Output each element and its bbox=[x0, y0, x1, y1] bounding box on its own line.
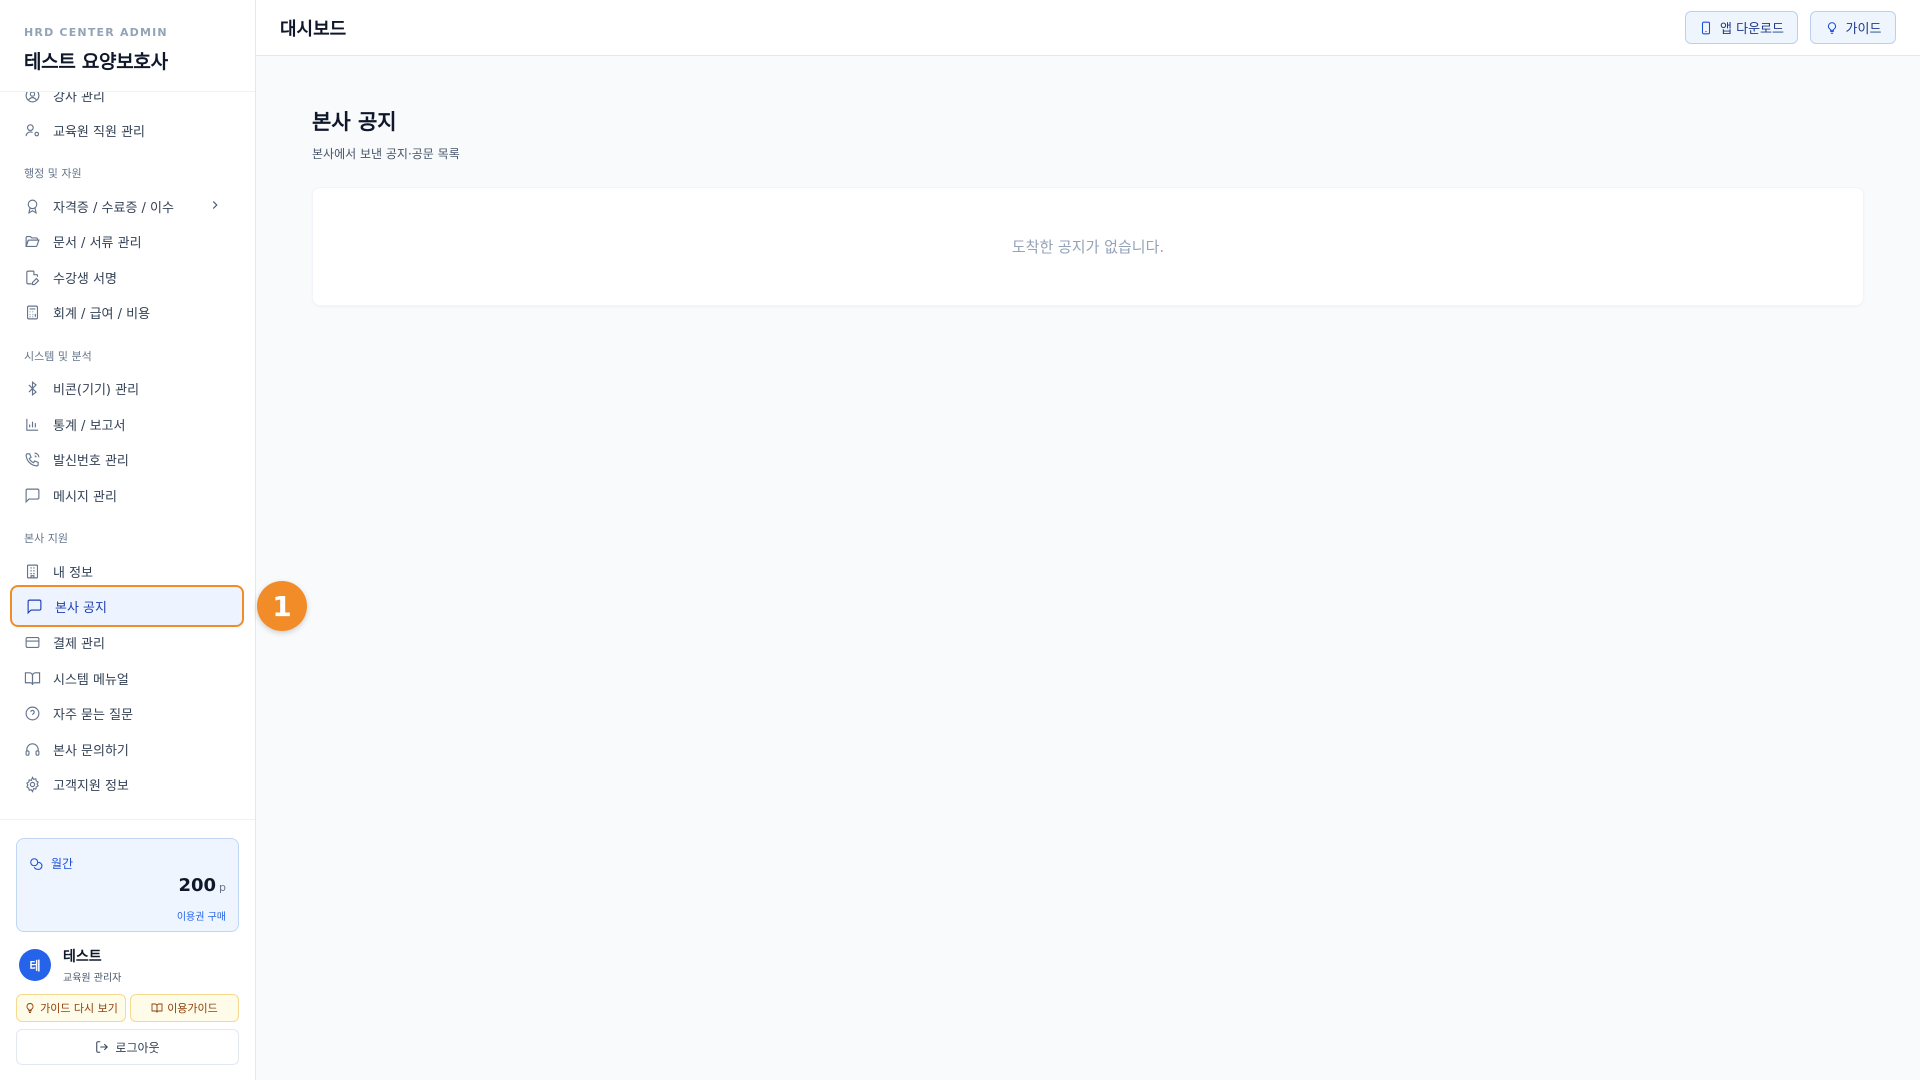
avatar: 테 bbox=[19, 949, 51, 981]
plan-label: 월간 bbox=[29, 855, 73, 872]
usage-guide-button[interactable]: 이용가이드 bbox=[130, 994, 239, 1022]
section-label-system: 시스템 및 분석 bbox=[24, 350, 92, 363]
calculator-icon bbox=[23, 303, 41, 321]
brand-title: 테스트 요양보호사 bbox=[24, 51, 168, 73]
book-open-icon bbox=[151, 1003, 163, 1013]
logout-button[interactable]: 로그아웃 bbox=[16, 1029, 239, 1065]
plan-points: 200 p bbox=[178, 875, 226, 896]
sidebar-item-messages[interactable]: 메시지 관리 bbox=[10, 478, 244, 512]
sidebar-item-label: 시스템 메뉴얼 bbox=[53, 672, 129, 688]
sidebar-item-label: 교육원 직원 관리 bbox=[53, 124, 145, 140]
message-square-icon bbox=[25, 597, 43, 615]
gear-icon bbox=[23, 775, 41, 793]
sidebar-footer: 월간 200 p 이용권 구매 테 테스트 교육원 관리자 가이드 다시 보기 이… bbox=[0, 819, 255, 1080]
step-marker: 1 bbox=[257, 581, 307, 631]
lightbulb-icon bbox=[1827, 21, 1836, 34]
logout-icon bbox=[96, 1041, 109, 1053]
award-icon bbox=[23, 197, 41, 215]
sidebar-item-label: 본사 문의하기 bbox=[53, 743, 129, 759]
brand: HRD CENTER ADMIN 테스트 요양보호사 bbox=[0, 0, 255, 92]
user-name: 테스트 bbox=[63, 949, 102, 965]
sidebar-item-label: 자격증 / 수료증 / 이수 bbox=[53, 200, 174, 216]
sidebar-item-statistics[interactable]: 통계 / 보고서 bbox=[10, 407, 244, 441]
sidebar-item-instructors[interactable]: 강사 관리 bbox=[10, 92, 244, 112]
sidebar-item-beacon[interactable]: 비콘(기기) 관리 bbox=[10, 371, 244, 405]
sidebar-item-label: 결제 관리 bbox=[53, 636, 105, 652]
sidebar-nav: 강사 관리 교육원 직원 관리 행정 및 자원 자격증 / 수료증 / 이수 문… bbox=[0, 92, 255, 819]
sidebar: HRD CENTER ADMIN 테스트 요양보호사 강사 관리 교육원 직원 … bbox=[0, 0, 256, 1080]
sidebar-item-my-info[interactable]: 내 정보 bbox=[10, 554, 244, 588]
sidebar-item-caller-id[interactable]: 발신번호 관리 bbox=[10, 442, 244, 476]
smartphone-icon bbox=[1702, 21, 1711, 34]
sidebar-item-label: 메시지 관리 bbox=[53, 489, 117, 505]
sidebar-item-support-info[interactable]: 고객지원 정보 bbox=[10, 767, 244, 801]
section-label-admin: 행정 및 자원 bbox=[24, 167, 82, 180]
folder-open-icon bbox=[23, 232, 41, 250]
top-header: 대시보드 앱 다운로드 가이드 bbox=[256, 0, 1920, 56]
sidebar-item-label: 수강생 서명 bbox=[53, 271, 117, 287]
sidebar-item-manual[interactable]: 시스템 메뉴얼 bbox=[10, 661, 244, 695]
coins-icon bbox=[30, 857, 43, 870]
message-square-icon bbox=[23, 486, 41, 504]
page-title: 본사 공지 bbox=[312, 110, 397, 134]
sidebar-item-label: 비콘(기기) 관리 bbox=[53, 382, 140, 398]
user-profile: 테 테스트 교육원 관리자 bbox=[19, 947, 122, 984]
header-title: 대시보드 bbox=[280, 19, 347, 40]
user-cog-icon bbox=[23, 121, 41, 139]
brand-subtitle: HRD CENTER ADMIN bbox=[24, 26, 168, 39]
buy-pass-link[interactable]: 이용권 구매 bbox=[177, 908, 226, 923]
sidebar-item-label: 발신번호 관리 bbox=[53, 453, 129, 469]
sidebar-item-label: 문서 / 서류 관리 bbox=[53, 235, 142, 251]
page-subtitle: 본사에서 보낸 공지·공문 목록 bbox=[312, 147, 460, 161]
phone-icon bbox=[23, 450, 41, 468]
bar-chart-icon bbox=[23, 415, 41, 433]
notice-list-empty: 도착한 공지가 없습니다. bbox=[312, 187, 1864, 306]
sidebar-item-label: 회계 / 급여 / 비용 bbox=[53, 306, 151, 322]
headphones-icon bbox=[23, 740, 41, 758]
credit-card-icon bbox=[23, 633, 41, 651]
lightbulb-icon bbox=[26, 1003, 34, 1013]
plan-card: 월간 200 p 이용권 구매 bbox=[16, 838, 239, 932]
chevron-right-icon bbox=[212, 201, 218, 209]
sidebar-item-hq-notice[interactable]: 본사 공지 bbox=[10, 585, 244, 627]
guide-again-button[interactable]: 가이드 다시 보기 bbox=[16, 994, 126, 1022]
sidebar-item-faq[interactable]: 자주 묻는 질문 bbox=[10, 696, 244, 730]
sidebar-item-label: 본사 공지 bbox=[55, 600, 107, 616]
sidebar-item-hq-inquiry[interactable]: 본사 문의하기 bbox=[10, 732, 244, 766]
bluetooth-icon bbox=[23, 379, 41, 397]
empty-message: 도착한 공지가 없습니다. bbox=[1011, 238, 1165, 256]
sidebar-item-label: 강사 관리 bbox=[53, 92, 105, 105]
sidebar-item-label: 자주 묻는 질문 bbox=[53, 707, 134, 723]
help-circle-icon bbox=[23, 704, 41, 722]
sidebar-item-certificates[interactable]: 자격증 / 수료증 / 이수 bbox=[10, 189, 244, 223]
sidebar-item-staff[interactable]: 교육원 직원 관리 bbox=[10, 113, 244, 147]
edit-file-icon bbox=[23, 268, 41, 286]
book-open-icon bbox=[23, 669, 41, 687]
sidebar-item-label: 고객지원 정보 bbox=[53, 778, 129, 794]
section-label-hq: 본사 지원 bbox=[24, 532, 68, 545]
user-role: 교육원 관리자 bbox=[63, 973, 122, 984]
building-icon bbox=[23, 562, 41, 580]
sidebar-item-payment[interactable]: 결제 관리 bbox=[10, 625, 244, 659]
guide-button[interactable]: 가이드 bbox=[1810, 11, 1896, 44]
app-download-button[interactable]: 앱 다운로드 bbox=[1685, 11, 1798, 44]
sidebar-item-signature[interactable]: 수강생 서명 bbox=[10, 260, 244, 294]
sidebar-item-label: 통계 / 보고서 bbox=[53, 418, 126, 434]
sidebar-item-accounting[interactable]: 회계 / 급여 / 비용 bbox=[10, 295, 244, 329]
sidebar-item-label: 내 정보 bbox=[53, 565, 94, 581]
sidebar-item-documents[interactable]: 문서 / 서류 관리 bbox=[10, 224, 244, 258]
user-circle-icon bbox=[23, 92, 41, 104]
